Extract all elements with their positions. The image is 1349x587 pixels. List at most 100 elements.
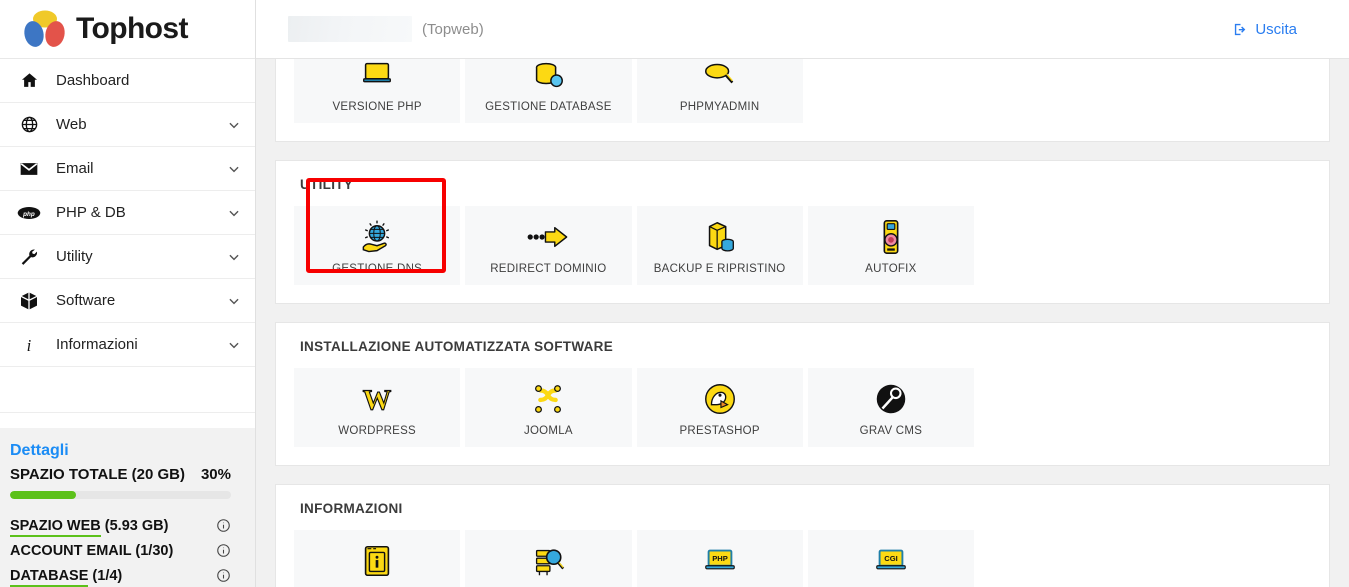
details-list: SPAZIO WEB (5.93 GB) ACCOUNT EMAIL (1/30… bbox=[10, 513, 239, 587]
detail-label: ACCOUNT EMAIL (1/30) bbox=[10, 543, 216, 559]
sidebar: Tophost Dashboard Web Email php PHP & DB… bbox=[0, 0, 256, 587]
card-grid: GESTIONE DNS REDIRECT DOMINIO BACKUP E R… bbox=[294, 206, 974, 285]
svg-text:CGI: CGI bbox=[884, 554, 898, 563]
cgi-laptop-icon: CGI bbox=[872, 541, 910, 581]
card-grid: W WORDPRESS JOOMLA PRESTASHOP GRAV CMS bbox=[294, 368, 974, 447]
total-space-row: SPAZIO TOTALE (20 GB) 30% bbox=[10, 466, 239, 483]
card-caption: GRAV CMS bbox=[859, 424, 923, 437]
card-grid: STATO DEI SERVIZI bbox=[294, 530, 974, 587]
server-magnifier-icon bbox=[529, 541, 567, 581]
info-italic-icon: i bbox=[16, 333, 42, 357]
main-content: VERSIONE PHP GESTIONE DATABASE PHPMYADMI… bbox=[256, 59, 1349, 587]
services-status-icon bbox=[358, 541, 396, 581]
sidebar-item-label: Web bbox=[56, 116, 87, 133]
redirect-arrow-icon bbox=[526, 217, 570, 257]
prestashop-icon bbox=[701, 379, 739, 419]
php-version-icon bbox=[358, 59, 396, 95]
card-backup-ripristino[interactable]: BACKUP E RIPRISTINO bbox=[636, 206, 803, 285]
storage-progress-track bbox=[10, 491, 231, 499]
grav-icon bbox=[872, 379, 910, 419]
section-title: INFORMAZIONI bbox=[300, 501, 403, 516]
sidebar-item-label: Informazioni bbox=[56, 336, 138, 353]
card-prestashop[interactable]: PRESTASHOP bbox=[636, 368, 803, 447]
brand-logo[interactable]: Tophost bbox=[0, 0, 255, 59]
phpmyadmin-icon bbox=[701, 59, 739, 95]
card-caption: PRESTASHOP bbox=[679, 424, 760, 437]
card-grid: VERSIONE PHP GESTIONE DATABASE PHPMYADMI… bbox=[294, 59, 974, 123]
svg-text:php: php bbox=[22, 210, 35, 217]
section-software: INSTALLAZIONE AUTOMATIZZATA SOFTWARE W W… bbox=[275, 322, 1330, 466]
app-root: Tophost Dashboard Web Email php PHP & DB… bbox=[0, 0, 1349, 587]
card-informazioni-cgi[interactable]: CGI INFORMAZIONI CGI bbox=[807, 530, 974, 587]
card-caption: GESTIONE DATABASE bbox=[485, 100, 612, 113]
card-gestione-database[interactable]: GESTIONE DATABASE bbox=[465, 59, 632, 123]
card-caption: JOOMLA bbox=[523, 424, 573, 437]
chevron-down-icon[interactable] bbox=[227, 338, 241, 352]
brand-name: Tophost bbox=[76, 12, 188, 45]
total-space-percent: 30% bbox=[200, 466, 231, 483]
card-versione-php[interactable]: VERSIONE PHP bbox=[294, 59, 461, 123]
site-label: (Topweb) bbox=[422, 20, 484, 38]
sidebar-item-utility[interactable]: Utility bbox=[0, 235, 255, 279]
card-stato-del-server[interactable]: STATO DEL SERVER bbox=[465, 530, 632, 587]
card-phpmyadmin[interactable]: PHPMYADMIN bbox=[636, 59, 803, 123]
detail-label-underlined: SPAZIO WEB bbox=[10, 517, 101, 537]
logout-button[interactable]: Uscita bbox=[1233, 21, 1297, 38]
detail-row-database: DATABASE (1/4) bbox=[10, 563, 239, 587]
svg-text:W: W bbox=[363, 385, 392, 416]
wordpress-icon: W bbox=[358, 379, 396, 419]
detail-label-rest: (1/4) bbox=[88, 567, 123, 584]
sidebar-item-php-db[interactable]: php PHP & DB bbox=[0, 191, 255, 235]
sidebar-item-informazioni[interactable]: i Informazioni bbox=[0, 323, 255, 367]
card-caption: GESTIONE DNS bbox=[332, 262, 423, 275]
detail-label: SPAZIO WEB (5.93 GB) bbox=[10, 517, 216, 537]
card-caption: PHPMYADMIN bbox=[679, 100, 760, 113]
chevron-down-icon[interactable] bbox=[227, 206, 241, 220]
card-caption: VERSIONE PHP bbox=[332, 100, 422, 113]
storage-progress-fill bbox=[10, 491, 77, 499]
sidebar-item-web[interactable]: Web bbox=[0, 103, 255, 147]
sidebar-item-label: Dashboard bbox=[56, 72, 130, 89]
sidebar-nav-spacer bbox=[0, 367, 255, 413]
logout-label: Uscita bbox=[1255, 20, 1297, 38]
section-title: UTILITY bbox=[300, 177, 354, 192]
card-stato-dei-servizi[interactable]: STATO DEI SERVIZI bbox=[294, 530, 461, 587]
sidebar-item-label: Email bbox=[56, 160, 94, 177]
section-title: INSTALLAZIONE AUTOMATIZZATA SOFTWARE bbox=[300, 339, 614, 354]
card-informazioni-php[interactable]: PHP INFORMAZIONI PHP bbox=[636, 530, 803, 587]
card-gestione-dns[interactable]: GESTIONE DNS bbox=[294, 206, 461, 285]
autofix-icon bbox=[872, 217, 910, 257]
detail-label-underlined: DATABASE bbox=[10, 567, 89, 587]
chevron-down-icon[interactable] bbox=[227, 118, 241, 132]
info-circle-icon[interactable] bbox=[216, 568, 231, 583]
chevron-down-icon[interactable] bbox=[227, 294, 241, 308]
sidebar-item-email[interactable]: Email bbox=[0, 147, 255, 191]
card-joomla[interactable]: JOOMLA bbox=[465, 368, 632, 447]
chevron-down-icon[interactable] bbox=[227, 162, 241, 176]
sidebar-item-label: PHP & DB bbox=[56, 204, 126, 221]
joomla-icon bbox=[529, 379, 567, 419]
card-caption: AUTOFIX bbox=[865, 262, 917, 275]
card-redirect-dominio[interactable]: REDIRECT DOMINIO bbox=[465, 206, 632, 285]
info-circle-icon[interactable] bbox=[216, 543, 231, 558]
dns-globe-hand-icon bbox=[357, 217, 397, 257]
detail-label-rest: ACCOUNT EMAIL (1/30) bbox=[10, 542, 174, 559]
card-caption: WORDPRESS bbox=[338, 424, 416, 437]
svg-text:PHP: PHP bbox=[712, 554, 728, 563]
card-grav-cms[interactable]: GRAV CMS bbox=[807, 368, 974, 447]
envelope-icon bbox=[16, 157, 42, 181]
detail-row-spazio-web: SPAZIO WEB (5.93 GB) bbox=[10, 513, 239, 538]
card-caption: BACKUP E RIPRISTINO bbox=[653, 262, 786, 275]
home-icon bbox=[16, 69, 42, 93]
section-php-db: VERSIONE PHP GESTIONE DATABASE PHPMYADMI… bbox=[275, 59, 1330, 142]
card-autofix[interactable]: AUTOFIX bbox=[807, 206, 974, 285]
total-space-label: SPAZIO TOTALE (20 GB) bbox=[10, 466, 186, 483]
card-wordpress[interactable]: W WORDPRESS bbox=[294, 368, 461, 447]
globe-icon bbox=[16, 113, 42, 137]
info-circle-icon[interactable] bbox=[216, 518, 231, 533]
sidebar-item-label: Software bbox=[56, 292, 116, 309]
sidebar-item-software[interactable]: Software bbox=[0, 279, 255, 323]
sidebar-item-dashboard[interactable]: Dashboard bbox=[0, 59, 255, 103]
section-utility: UTILITY GESTIONE DNS REDIRECT DOMINIO BA… bbox=[275, 160, 1330, 304]
chevron-down-icon[interactable] bbox=[227, 250, 241, 264]
